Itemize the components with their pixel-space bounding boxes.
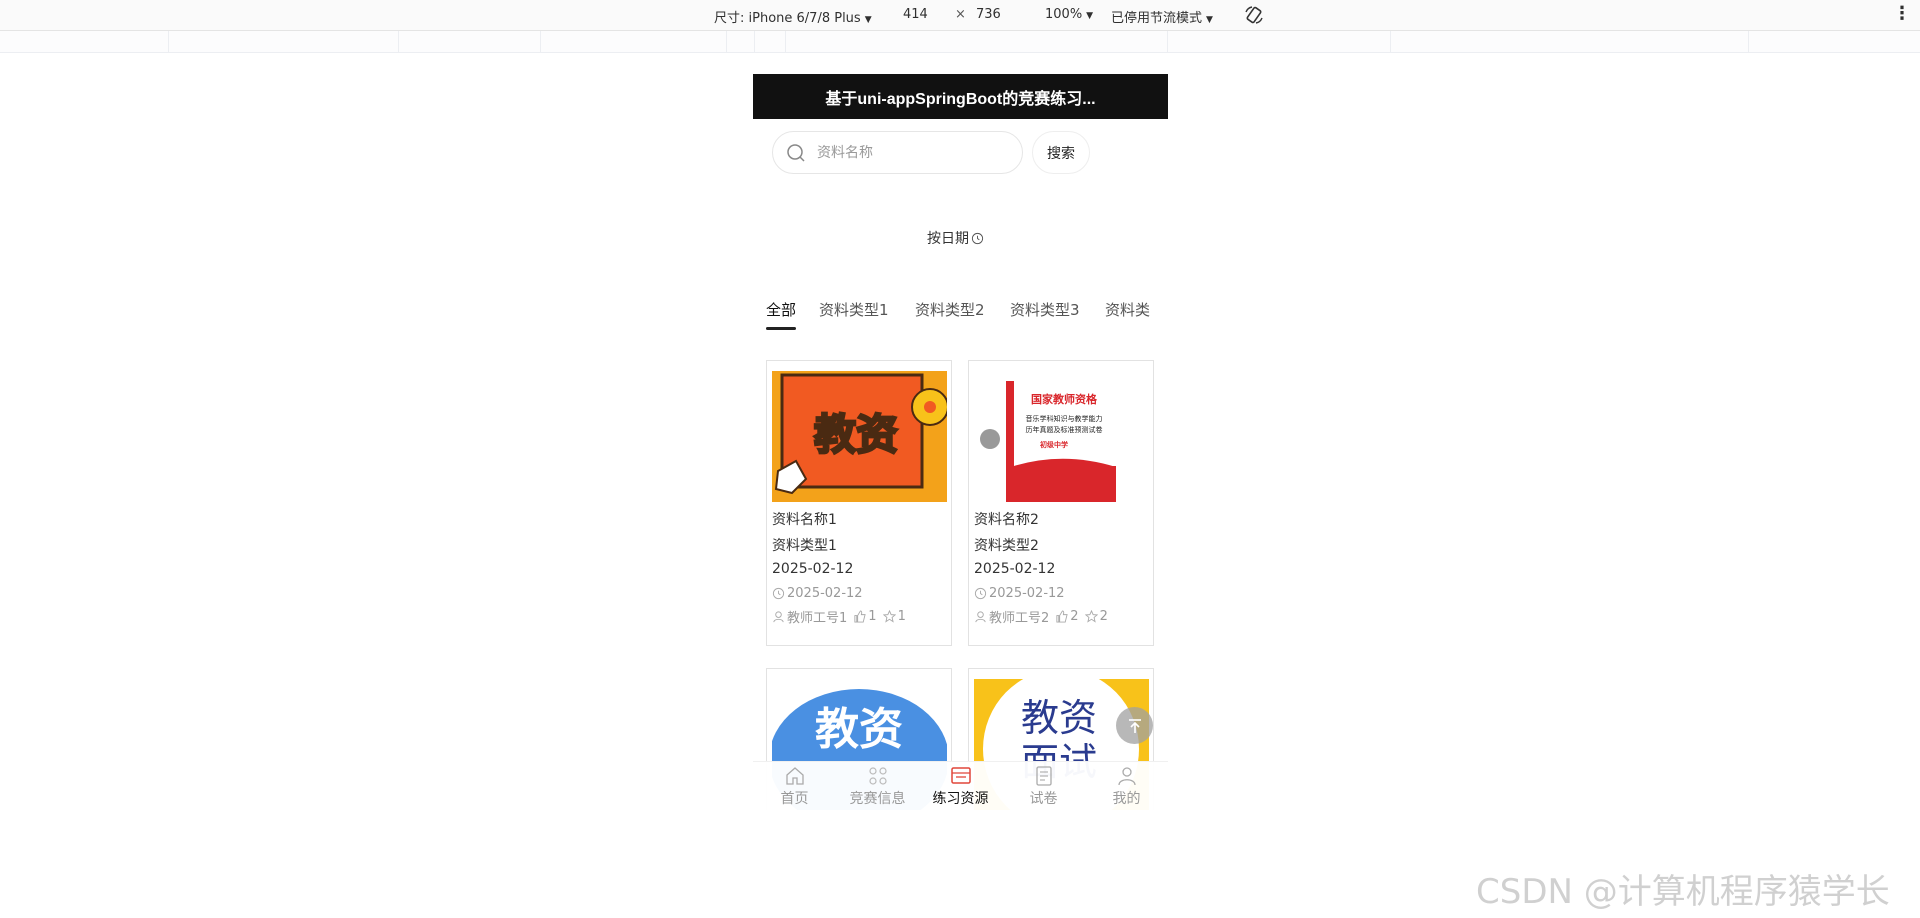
zoom-label: 100%: [1045, 7, 1083, 22]
resource-name: 资料名称1: [772, 512, 837, 528]
search-input[interactable]: [815, 143, 995, 162]
star-icon: [1084, 610, 1098, 623]
resource-date: 2025-02-12: [974, 561, 1056, 577]
tab-type-1[interactable]: 资料类型1: [819, 299, 889, 320]
sort-by-date-button[interactable]: 按日期: [927, 228, 984, 248]
media-query-ruler: [0, 31, 1920, 53]
throttle-label: 已停用节流模式: [1111, 11, 1203, 26]
tabbar-competition-info[interactable]: 竞赛信息: [836, 764, 919, 808]
tab-all[interactable]: 全部: [766, 299, 797, 330]
search-row: 搜索: [753, 119, 1168, 185]
watermark: CSDN @计算机程序猿学长: [1476, 872, 1890, 912]
tab-label: 全部: [766, 301, 797, 319]
thumbnail-text: 教资: [814, 410, 898, 459]
resource-stats: 教师工号2 2 2: [974, 607, 1108, 626]
clock-icon: [971, 232, 984, 244]
phone-viewport: 基于uni-appSpringBoot的竞赛练习... 搜索 按日期 全部 资料…: [753, 74, 1168, 810]
zoom-select[interactable]: 100% ▼: [1045, 7, 1093, 22]
tab-type-2[interactable]: 资料类型2: [915, 299, 985, 320]
clock-icon: [974, 587, 987, 600]
like-icon: [854, 610, 866, 623]
resource-name: 资料名称2: [974, 512, 1039, 528]
svg-text:教资: 教资: [815, 704, 903, 755]
category-tabs: 全部 资料类型1 资料类型2 资料类型3 资料类: [753, 285, 1168, 360]
grid-icon: [868, 767, 887, 785]
resource-type: 资料类型1: [772, 538, 837, 554]
touch-cursor: [980, 429, 1000, 449]
resource-type: 资料类型2: [974, 538, 1039, 554]
chevron-down-icon: ▼: [1206, 15, 1213, 25]
arrow-up-icon: [1128, 718, 1141, 733]
svg-text:教资: 教资: [1021, 696, 1097, 740]
resource-card[interactable]: 国家教师资格 音乐学科知识与教学能力 历年真题及标准预测试卷 初级中学 资料名称…: [968, 360, 1154, 646]
tabbar-home[interactable]: 首页: [753, 764, 836, 808]
home-icon: [785, 767, 804, 785]
resource-thumbnail: 国家教师资格 音乐学科知识与教学能力 历年真题及标准预测试卷 初级中学: [974, 371, 1149, 502]
rotate-icon[interactable]: [1243, 4, 1265, 30]
device-select[interactable]: 尺寸: iPhone 6/7/8 Plus ▼: [714, 7, 872, 26]
tabbar-mine[interactable]: 我的: [1085, 764, 1168, 808]
like-icon: [1056, 610, 1068, 623]
user-icon: [975, 611, 986, 623]
svg-text:国家教师资格: 国家教师资格: [1031, 392, 1098, 406]
resource-thumbnail: 教资: [772, 371, 947, 502]
user-icon: [1117, 767, 1136, 786]
clock-icon: [772, 587, 785, 600]
chevron-down-icon: ▼: [864, 15, 872, 25]
tab-type-3[interactable]: 资料类型3: [1010, 299, 1080, 320]
dimension-separator: ×: [955, 7, 966, 22]
throttle-select[interactable]: 已停用节流模式 ▼: [1111, 7, 1213, 26]
exam-icon: [1035, 766, 1052, 786]
active-tab-indicator: [766, 327, 797, 330]
chevron-down-icon: ▼: [1086, 11, 1094, 21]
tab-type-4[interactable]: 资料类: [1105, 299, 1150, 320]
resource-time: 2025-02-12: [772, 586, 863, 601]
bottom-tabbar: 首页 竞赛信息 练习资源 试卷 我的: [753, 761, 1168, 810]
devtools-toolbar: 尺寸: iPhone 6/7/8 Plus ▼ 414 × 736 100% ▼ 已…: [0, 0, 1920, 31]
search-button[interactable]: 搜索: [1032, 131, 1090, 174]
resource-date: 2025-02-12: [772, 561, 854, 577]
tabbar-practice-resources[interactable]: 练习资源: [919, 764, 1002, 808]
tabbar-exam[interactable]: 试卷: [1002, 764, 1085, 808]
device-label: 尺寸: iPhone 6/7/8 Plus: [714, 11, 861, 26]
svg-text:历年真题及标准预测试卷: 历年真题及标准预测试卷: [1026, 425, 1103, 434]
svg-text:音乐学科知识与教学能力: 音乐学科知识与教学能力: [1026, 414, 1103, 423]
search-icon: [787, 143, 805, 162]
resource-icon: [950, 767, 971, 784]
resource-time: 2025-02-12: [974, 586, 1065, 601]
sort-label: 按日期: [927, 231, 969, 247]
svg-text:初级中学: 初级中学: [1040, 440, 1068, 449]
more-options-icon[interactable]: ⋮: [1893, 3, 1911, 24]
width-field[interactable]: 414: [903, 7, 928, 22]
sort-row: 按日期: [753, 185, 1168, 285]
back-to-top-button[interactable]: [1116, 707, 1153, 744]
user-icon: [773, 611, 784, 623]
resource-card[interactable]: 教资 资料名称1 资料类型1 2025-02-12 2025-02-12 教师工…: [766, 360, 952, 646]
page-title: 基于uni-appSpringBoot的竞赛练习...: [753, 74, 1168, 119]
resource-stats: 教师工号1 1 1: [772, 607, 906, 626]
search-box[interactable]: [772, 131, 1023, 174]
height-field[interactable]: 736: [976, 7, 1001, 22]
star-icon: [882, 610, 896, 623]
